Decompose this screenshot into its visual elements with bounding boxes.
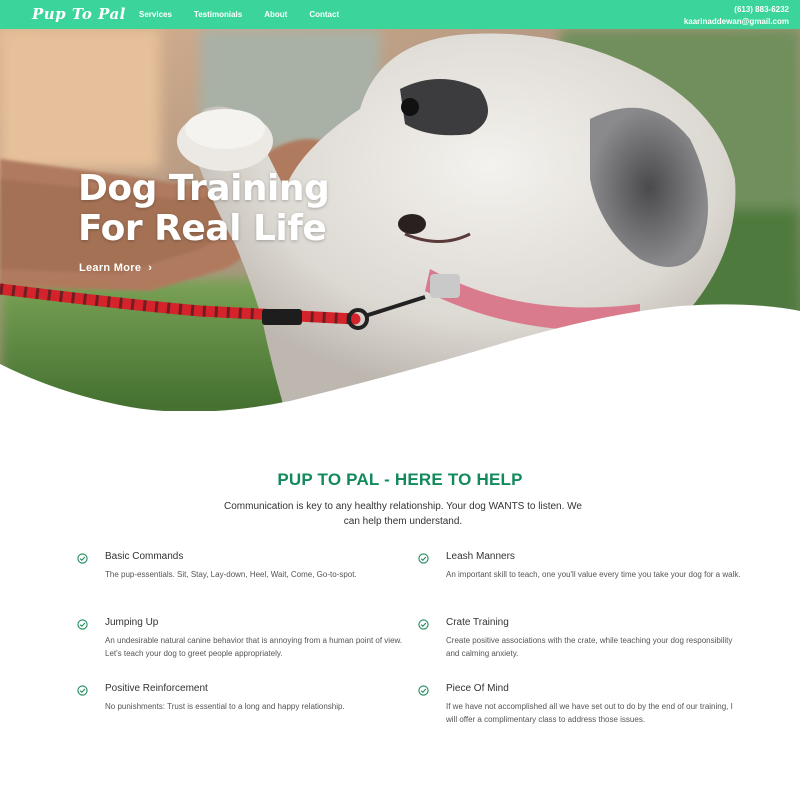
nav-link-testimonials[interactable]: Testimonials — [194, 10, 242, 19]
feature-positive-reinforcement: Positive Reinforcement No punishments: T… — [77, 683, 405, 713]
check-circle-icon — [418, 685, 429, 696]
feature-title: Jumping Up — [105, 617, 159, 628]
feature-text: An undesirable natural canine behavior t… — [105, 636, 403, 658]
learn-more-link[interactable]: Learn More › — [79, 262, 152, 274]
learn-more-label: Learn More — [79, 262, 142, 274]
check-circle-icon — [418, 553, 429, 564]
feature-text: No punishments: Trust is essential to a … — [105, 702, 345, 711]
feature-text: An important skill to teach, one you'll … — [446, 570, 741, 579]
feature-basic-commands: Basic Commands The pup-essentials. Sit, … — [77, 551, 405, 581]
hero-title-line-1: Dog Training — [78, 168, 330, 209]
feature-title: Crate Training — [446, 617, 509, 628]
check-circle-icon — [418, 619, 429, 630]
feature-leash-manners: Leash Manners An important skill to teac… — [418, 551, 746, 581]
feature-text: Create positive associations with the cr… — [446, 636, 733, 658]
hero-section: Dog Training For Real Life Learn More › — [0, 29, 800, 411]
top-nav: Pup To Pal Services Testimonials About C… — [0, 0, 800, 29]
feature-jumping-up: Jumping Up An undesirable natural canine… — [77, 617, 405, 660]
check-circle-icon — [77, 619, 88, 630]
feature-title: Piece Of Mind — [446, 683, 509, 694]
check-circle-icon — [77, 553, 88, 564]
feature-title: Leash Manners — [446, 551, 515, 562]
feature-crate-training: Crate Training Create positive associati… — [418, 617, 746, 660]
nav-contact-info: (613) 883-6232 kaarinaddewan@gmail.com — [684, 4, 789, 28]
help-section-title: PUP TO PAL - HERE TO HELP — [277, 470, 523, 489]
nav-link-contact[interactable]: Contact — [309, 10, 339, 19]
feature-text: The pup-essentials. Sit, Stay, Lay-down,… — [105, 570, 357, 579]
feature-piece-of-mind: Piece Of Mind If we have not accomplishe… — [418, 683, 746, 726]
help-section-intro: Communication is key to any healthy rela… — [224, 501, 582, 527]
nav-link-about[interactable]: About — [264, 10, 287, 19]
nav-link-services[interactable]: Services — [139, 10, 172, 19]
email-link[interactable]: kaarinaddewan@gmail.com — [684, 16, 789, 28]
phone-link[interactable]: (613) 883-6232 — [684, 4, 789, 16]
hero-title: Dog Training For Real Life — [78, 168, 330, 249]
feature-title: Positive Reinforcement — [105, 683, 208, 694]
nav-links: Services Testimonials About Contact — [139, 10, 361, 19]
check-circle-icon — [77, 685, 88, 696]
feature-title: Basic Commands — [105, 551, 184, 562]
feature-text: If we have not accomplished all we have … — [446, 702, 733, 724]
chevron-right-icon: › — [148, 262, 153, 274]
site-logo[interactable]: Pup To Pal — [32, 5, 126, 23]
hero-title-line-2: For Real Life — [78, 208, 327, 249]
